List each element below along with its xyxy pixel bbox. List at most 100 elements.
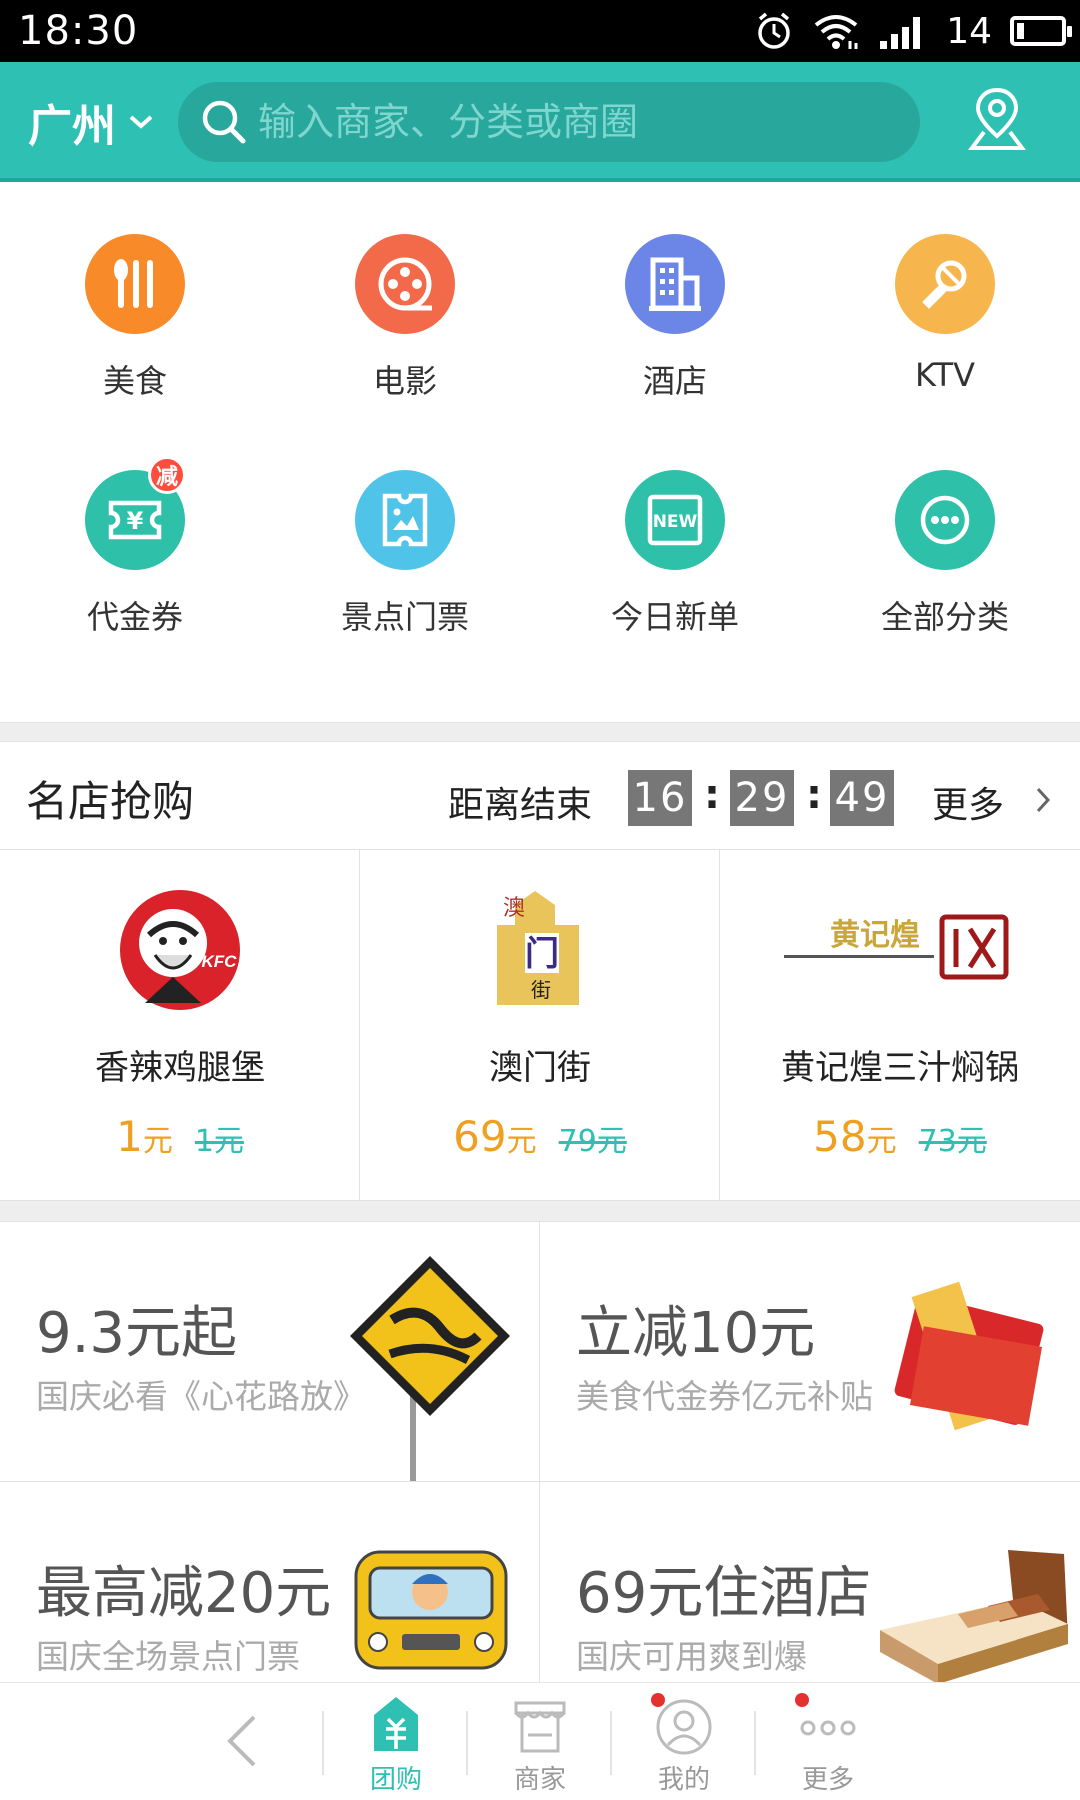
- category-label: 电影: [372, 362, 437, 400]
- deal-price-unit: 元: [866, 1124, 897, 1159]
- nav-store[interactable]: 商家: [485, 1693, 595, 1795]
- category-movie[interactable]: 电影: [270, 182, 540, 412]
- deal-price-unit: 元: [506, 1124, 537, 1159]
- deal-card[interactable]: 黄记煌 黄记煌三汁焖锅 58元 73元: [720, 850, 1080, 1200]
- nav-mine[interactable]: 我的: [629, 1693, 739, 1795]
- category-voucher[interactable]: ¥ 减 代金券: [0, 418, 270, 648]
- city-selector[interactable]: 广州: [28, 90, 154, 154]
- signal-icon: [880, 17, 921, 49]
- status-icons: 14: [754, 6, 1072, 56]
- search-icon: [202, 100, 246, 144]
- utensils-icon: [85, 234, 185, 334]
- red-envelope-art: [894, 1281, 1044, 1431]
- promo-subtitle: 美食代金券亿元补贴: [576, 1377, 873, 1416]
- category-tickets[interactable]: 景点门票: [270, 418, 540, 648]
- alarm-icon: [758, 12, 790, 49]
- deal-price: 58: [813, 1112, 867, 1161]
- deal-card[interactable]: 澳 门 街 澳门街 69元 79元: [360, 850, 720, 1200]
- tuangou-icon: [374, 1697, 418, 1751]
- section-divider: [0, 722, 1080, 742]
- deal-price-row: 58元 73元: [720, 1112, 1080, 1161]
- logo-text: 门: [525, 934, 559, 974]
- category-hotel[interactable]: 酒店: [540, 182, 810, 412]
- category-label: 全部分类: [880, 598, 1009, 636]
- nav-label: 更多: [801, 1765, 854, 1795]
- new-icon-text: NEW: [653, 512, 698, 532]
- deal-price: 1: [116, 1112, 143, 1161]
- category-label: 酒店: [642, 362, 707, 400]
- huangjihuang-logo: 黄记煌: [780, 880, 1020, 1020]
- promo-subtitle: 国庆全场景点门票: [36, 1637, 300, 1676]
- promo-subtitle: 国庆必看《心花路放》: [36, 1377, 366, 1416]
- flash-sale-header: 名店抢购 距离结束 16 : 29 : 49 更多: [0, 742, 1080, 850]
- top-header: 广州: [0, 62, 1080, 182]
- countdown-colon: :: [704, 772, 720, 818]
- back-arrow-icon[interactable]: [222, 1711, 262, 1771]
- category-food[interactable]: 美食: [0, 182, 270, 412]
- nav-separator: [466, 1711, 468, 1775]
- flash-sale-more-link[interactable]: 更多: [932, 776, 1004, 828]
- nav-separator: [610, 1711, 612, 1775]
- new-icon: NEW: [625, 470, 725, 570]
- category-label: KTV: [915, 356, 975, 394]
- category-ktv[interactable]: KTV: [810, 182, 1080, 412]
- deal-price-row: 69元 79元: [360, 1112, 720, 1161]
- section-divider: [0, 1200, 1080, 1222]
- search-bar[interactable]: [178, 82, 920, 162]
- location-icon[interactable]: [966, 84, 1028, 154]
- nav-separator: [322, 1711, 324, 1775]
- promo-banner[interactable]: 立减10元 美食代金券亿元补贴: [540, 1222, 1080, 1482]
- nav-tuangou[interactable]: 团购: [341, 1693, 451, 1795]
- category-all[interactable]: 全部分类: [810, 418, 1080, 648]
- countdown-hours: 16: [628, 770, 692, 826]
- deal-name: 澳门街: [489, 1048, 591, 1088]
- nav-more[interactable]: 更多: [773, 1693, 883, 1795]
- microphone-icon: [895, 234, 995, 334]
- logo-text: 澳: [503, 896, 525, 921]
- movie-sign-art: [350, 1256, 510, 1481]
- notification-dot: [795, 1693, 809, 1707]
- search-input[interactable]: [258, 100, 920, 144]
- nav-label: 我的: [657, 1765, 710, 1795]
- category-label: 今日新单: [610, 598, 739, 636]
- bus-art: [354, 1550, 508, 1670]
- countdown-seconds: 49: [830, 770, 894, 826]
- promo-subtitle: 国庆可用爽到爆: [576, 1637, 807, 1676]
- kfc-logo: KFC: [60, 880, 300, 1020]
- discount-badge: 减: [148, 456, 186, 494]
- more-dots-icon: [895, 470, 995, 570]
- svg-text:KFC: KFC: [202, 952, 238, 971]
- chevron-right-icon[interactable]: [1034, 786, 1052, 814]
- nav-separator: [754, 1711, 756, 1775]
- category-label: 美食: [102, 362, 167, 400]
- countdown-minutes: 29: [730, 770, 794, 826]
- logo-text: 街: [531, 978, 551, 1002]
- deal-name: 香辣鸡腿堡: [95, 1048, 265, 1088]
- countdown-label: 距离结束: [448, 785, 593, 826]
- svg-text:¥: ¥: [127, 507, 144, 535]
- aomenjie-logo: 澳 门 街: [420, 880, 660, 1020]
- nav-label: 团购: [369, 1765, 422, 1795]
- ticket-icon: [355, 470, 455, 570]
- promo-banner[interactable]: 9.3元起 国庆必看《心花路放》: [0, 1222, 540, 1482]
- deal-price-row: 1元 1元: [0, 1112, 360, 1161]
- deal-original-price: 79元: [558, 1124, 627, 1159]
- bed-art: [880, 1550, 1068, 1684]
- nav-label: 商家: [513, 1765, 566, 1795]
- promo-title: 立减10元: [576, 1301, 816, 1366]
- battery-percent: 14: [946, 10, 992, 52]
- user-icon: [656, 1699, 712, 1755]
- category-label: 代金券: [86, 598, 183, 636]
- deal-card[interactable]: KFC 香辣鸡腿堡 1元 1元: [0, 850, 360, 1200]
- city-name: 广州: [28, 101, 116, 152]
- more-icon: [800, 1720, 856, 1736]
- category-new[interactable]: NEW 今日新单: [540, 418, 810, 648]
- flash-sale-title: 名店抢购: [26, 777, 195, 826]
- promo-grid: 9.3元起 国庆必看《心花路放》 立减10元 美食代金券亿元补贴 最高减20元 …: [0, 1222, 1080, 1742]
- promo-title: 9.3元起: [36, 1301, 238, 1366]
- chevron-down-icon: [129, 115, 153, 129]
- promo-title: 69元住酒店: [576, 1561, 872, 1626]
- deal-original-price: 73元: [918, 1124, 987, 1159]
- battery-icon: [1010, 16, 1072, 46]
- deal-price-unit: 元: [142, 1124, 173, 1159]
